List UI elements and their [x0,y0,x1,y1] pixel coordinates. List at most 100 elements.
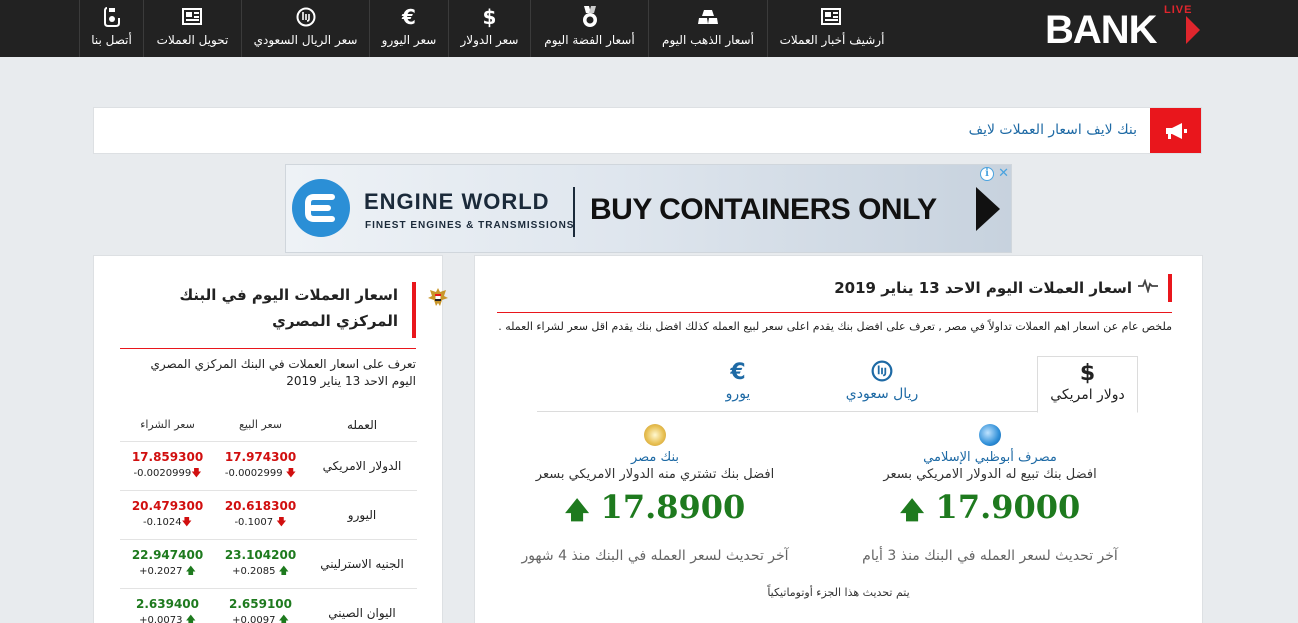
best-sell-price: 🡅 17.9000 [840,488,1140,534]
down-arrow-icon: 🡇 [285,467,297,479]
euro-icon: € [730,360,746,385]
tab-label: ريال سعودي [845,386,919,402]
header-sell: سعر البيع [239,418,282,431]
tab-label: يورو [725,386,751,402]
nav-label: سعر الدولار [460,33,519,47]
ad-divider [573,187,575,237]
dollar-icon: $ [482,5,497,29]
advertisement-banner[interactable]: ENGINE WORLD FINEST ENGINES & TRANSMISSI… [285,164,1012,253]
tab-euro[interactable]: € يورو [698,356,778,413]
bank-name-link[interactable]: بنك مصر [505,450,805,465]
nav-gold-prices[interactable]: أسعار الذهب اليوم [648,0,767,57]
table-row[interactable]: الدولار الامريكي 17.974300 -0.0002999 🡇 … [120,442,417,491]
sell-cell: 20.618300 -0.1007 🡇 [214,499,307,532]
nav-label: سعر اليورو [381,33,437,47]
newspaper-icon [144,6,241,28]
table-row[interactable]: الجنيه الاسترليني 23.104200 +0.2085 🡅 22… [120,540,417,589]
bank-name-link[interactable]: مصرف أبوظبي الإسلامي [840,450,1140,465]
buy-change: +0.2027 🡅 [139,565,196,577]
up-arrow-icon: 🡅 [564,495,590,524]
tab-label: دولار امريكي [1050,387,1125,403]
header-currency: العمله [346,417,378,432]
medal-icon [531,6,648,28]
sell-value: 17.974300 [224,449,297,464]
egypt-eagle-icon [426,286,450,308]
site-logo[interactable]: LIVE BANK [1043,4,1203,52]
sell-value: 2.659100 [228,596,292,611]
up-arrow-icon: 🡅 [278,565,289,577]
buy-change: -0.1024🡇 [143,516,192,528]
megaphone-icon [1150,108,1201,153]
nav-label: أرشيف أخبار العملات [779,33,885,47]
nav-label: تحويل العملات [156,33,229,47]
currency-name: الدولار الامريكي [322,459,402,473]
nav-contact-us[interactable]: أتصل بنا [79,0,143,57]
currency-name: الجنيه الاسترليني [320,557,404,571]
up-arrow-icon: 🡅 [899,495,925,524]
sell-cell: 2.659100 +0.0097 🡅 [214,597,307,623]
buy-change: -0.0020999🡇 [133,467,202,479]
sell-change: +0.2085 🡅 [232,565,289,577]
buy-cell: 20.479300 -0.1024🡇 [121,499,214,532]
up-arrow-icon: 🡅 [185,614,196,623]
ad-brand-name: ENGINE WORLD [364,189,550,214]
best-buy-bank: بنك مصر افضل بنك تشتري منه الدولار الامر… [505,424,805,564]
ad-info-icon[interactable]: i [980,167,994,181]
bank-description: افضل بنك تشتري منه الدولار الامريكي بسعر [535,467,775,482]
bank-description: افضل بنك تبيع له الدولار الامريكي بسعر [883,467,1097,482]
nav-currency-news-archive[interactable]: أرشيف أخبار العملات [767,0,896,57]
side-intro-text: تعرف على اسعار العملات في البنك المركزي … [150,357,416,388]
nav-currency-converter[interactable]: تحويل العملات [143,0,241,57]
pulse-icon [1138,278,1158,297]
price-value: 17.8900 [600,488,746,526]
section-divider [497,312,1172,313]
buy-cell: 22.947400 +0.2027 🡅 [121,548,214,581]
newspaper-icon [768,6,896,28]
nav-saudi-riyal-price[interactable]: سعر الريال السعودي [241,0,369,57]
currency-tabs: $ دولار امريكي ريال سعودي € يورو [537,356,1138,413]
down-arrow-icon: 🡇 [181,516,192,528]
central-bank-panel: اسعار العملات اليوم في البنك المركزي الم… [93,255,448,623]
tab-us-dollar[interactable]: $ دولار امريكي [1037,356,1138,413]
sell-value: 23.104200 [224,547,297,562]
sell-change: -0.0002999 🡇 [224,467,297,479]
nav-euro-price[interactable]: € سعر اليورو [369,0,448,57]
sell-value: 20.618300 [224,498,297,513]
nav-silver-prices[interactable]: أسعار الفضة اليوم [530,0,648,57]
euro-icon: € [402,5,416,29]
last-update-text: آخر تحديث لسعر العمله في البنك منذ 3 أيا… [862,548,1118,564]
section-title: اسعار العملات اليوم الاحد 13 يناير 2019 [834,274,1172,302]
side-title-text: اسعار العملات اليوم في البنك المركزي الم… [179,286,398,330]
sell-change: +0.0097 🡅 [214,613,307,623]
nav-dollar-price[interactable]: $ سعر الدولار [448,0,530,57]
news-ticker: بنك لايف اسعار العملات لايف [93,107,1202,154]
ticker-link[interactable]: بنك لايف اسعار العملات لايف [969,122,1137,138]
buy-value: 17.859300 [131,449,204,464]
table-row[interactable]: اليوان الصيني 2.659100 +0.0097 🡅 2.63940… [120,589,417,623]
bank-logo-icon [979,424,1001,446]
header-buy: سعر الشراء [140,418,195,431]
play-arrow-icon [976,187,1000,231]
tab-saudi-riyal[interactable]: ريال سعودي [822,356,942,413]
currency-name: اليوان الصيني [328,606,396,620]
up-arrow-icon: 🡅 [278,614,289,623]
sell-change: -0.1007 🡇 [234,516,287,528]
riyal-icon [822,360,942,386]
bank-logo-icon [644,424,666,446]
buy-change: +0.0073 🡅 [121,613,214,623]
phone-icon [80,6,143,28]
ad-close-icon[interactable]: ✕ [998,166,1009,181]
gold-bars-icon [649,6,767,28]
sell-cell: 23.104200 +0.2085 🡅 [214,548,307,581]
down-arrow-icon: 🡇 [191,467,202,479]
summary-text: ملخص عام عن اسعار اهم العملات تداولاً في… [498,320,1172,333]
nav-label: أتصل بنا [91,33,132,47]
ad-brand-logo [292,179,350,237]
nav-label: أسعار الذهب اليوم [662,33,754,47]
best-sell-bank: مصرف أبوظبي الإسلامي افضل بنك تبيع له ال… [840,424,1140,564]
top-navbar: LIVE BANK أرشيف أخبار العملات أسعار الذه… [0,0,1298,57]
nav-label: أسعار الفضة اليوم [544,33,635,47]
table-row[interactable]: اليورو 20.618300 -0.1007 🡇 20.479300 -0.… [120,491,417,540]
sell-cell: 17.974300 -0.0002999 🡇 [214,450,307,483]
buy-cell: 2.639400 +0.0073 🡅 [121,597,214,623]
